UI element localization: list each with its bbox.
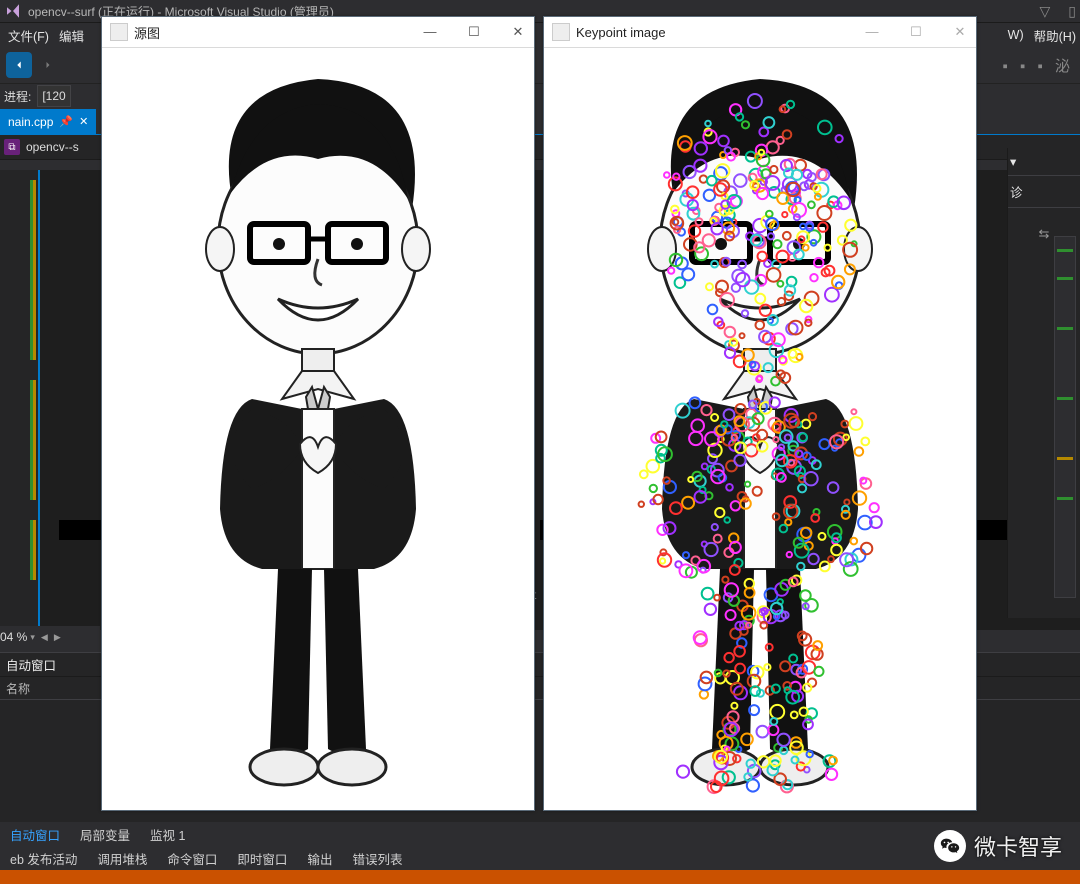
scroll-right-icon[interactable]: ▶ bbox=[54, 632, 61, 643]
menu-help[interactable]: 帮助(H) bbox=[1030, 24, 1080, 47]
close-icon[interactable]: ✕ bbox=[510, 24, 526, 40]
tab-locals[interactable]: 局部变量 bbox=[70, 822, 140, 847]
pin-icon[interactable]: 📌 bbox=[59, 115, 73, 128]
tab-immediate[interactable]: 即时窗口 bbox=[227, 846, 297, 871]
overview-ruler[interactable] bbox=[1054, 236, 1076, 598]
zoom-control[interactable]: 04 %▾ ◀ ▶ bbox=[0, 626, 100, 648]
solution-name: opencv--s bbox=[26, 140, 79, 154]
visual-studio-icon bbox=[4, 2, 22, 20]
maximize-icon[interactable]: ☐ bbox=[908, 24, 924, 40]
menu-edit[interactable]: 编辑 bbox=[55, 24, 88, 47]
cv-titlebar[interactable]: Keypoint image — ☐ ✕ bbox=[544, 17, 976, 48]
minimize-icon[interactable]: ▽ bbox=[1040, 3, 1051, 20]
tab-errors[interactable]: 错误列表 bbox=[342, 846, 412, 871]
status-bar bbox=[0, 870, 1080, 884]
cv-canvas-source bbox=[102, 48, 534, 810]
tab-callstack[interactable]: 调用堆栈 bbox=[87, 846, 157, 871]
scroll-left-icon[interactable]: ◀ bbox=[41, 632, 48, 643]
opencv-window-source[interactable]: 源图 — ☐ ✕ bbox=[101, 16, 535, 811]
cv-app-icon bbox=[110, 23, 128, 41]
vtab-dropdown[interactable]: ▾ bbox=[1008, 148, 1080, 176]
tab-watch[interactable]: 监视 1 bbox=[140, 822, 195, 847]
editor-gutter bbox=[0, 170, 40, 630]
tab-publish[interactable]: eb 发布活动 bbox=[0, 846, 87, 871]
watermark-text: 微卡智享 bbox=[974, 830, 1062, 862]
bottom-tabstrip-2: eb 发布活动 调用堆栈 命令窗口 即时窗口 输出 错误列表 bbox=[0, 846, 1080, 870]
cv-title: 源图 bbox=[134, 23, 160, 42]
solution-icon: ⧉ bbox=[4, 139, 20, 155]
menu-file[interactable]: 文件(F) bbox=[4, 24, 53, 47]
menu-w[interactable]: W) bbox=[1004, 26, 1028, 44]
minimize-icon[interactable]: — bbox=[864, 24, 880, 40]
tab-filename: nain.cpp bbox=[8, 115, 53, 129]
cv-canvas-keypoint bbox=[544, 48, 976, 810]
nav-back-button[interactable] bbox=[6, 52, 32, 78]
tab-autos[interactable]: 自动窗口 bbox=[0, 822, 70, 847]
cv-app-icon bbox=[552, 23, 570, 41]
opencv-window-keypoint[interactable]: Keypoint image — ☐ ✕ bbox=[543, 16, 977, 811]
maximize-icon[interactable]: ☐ bbox=[466, 24, 482, 40]
tab-command[interactable]: 命令窗口 bbox=[157, 846, 227, 871]
bottom-tabstrip-1: 自动窗口 局部变量 监视 1 eb 发布活动 调用堆栈 命令窗口 即时窗口 输出… bbox=[0, 822, 1080, 846]
toolbar-overflow[interactable]: ▪ ▪ ▪ 泌 bbox=[1003, 55, 1080, 76]
close-icon[interactable]: ✕ bbox=[79, 115, 88, 128]
tab-output[interactable]: 输出 bbox=[297, 846, 342, 871]
watermark: 微卡智享 bbox=[934, 830, 1062, 862]
right-tool-dock: ▾ 诊 ⇆ bbox=[1007, 148, 1080, 618]
maximize-icon[interactable]: ▯ bbox=[1068, 3, 1076, 20]
process-combo[interactable]: [120 bbox=[37, 85, 70, 107]
nav-forward-button[interactable] bbox=[38, 55, 58, 75]
cv-title: Keypoint image bbox=[576, 25, 666, 40]
wechat-icon bbox=[934, 830, 966, 862]
cv-titlebar[interactable]: 源图 — ☐ ✕ bbox=[102, 17, 534, 48]
minimize-icon[interactable]: — bbox=[422, 24, 438, 40]
diagnostics-tab[interactable]: 诊 bbox=[1008, 176, 1080, 208]
editor-tab-main[interactable]: nain.cpp 📌 ✕ bbox=[0, 109, 96, 134]
process-label: 进程: bbox=[4, 88, 31, 105]
close-icon[interactable]: ✕ bbox=[952, 24, 968, 40]
